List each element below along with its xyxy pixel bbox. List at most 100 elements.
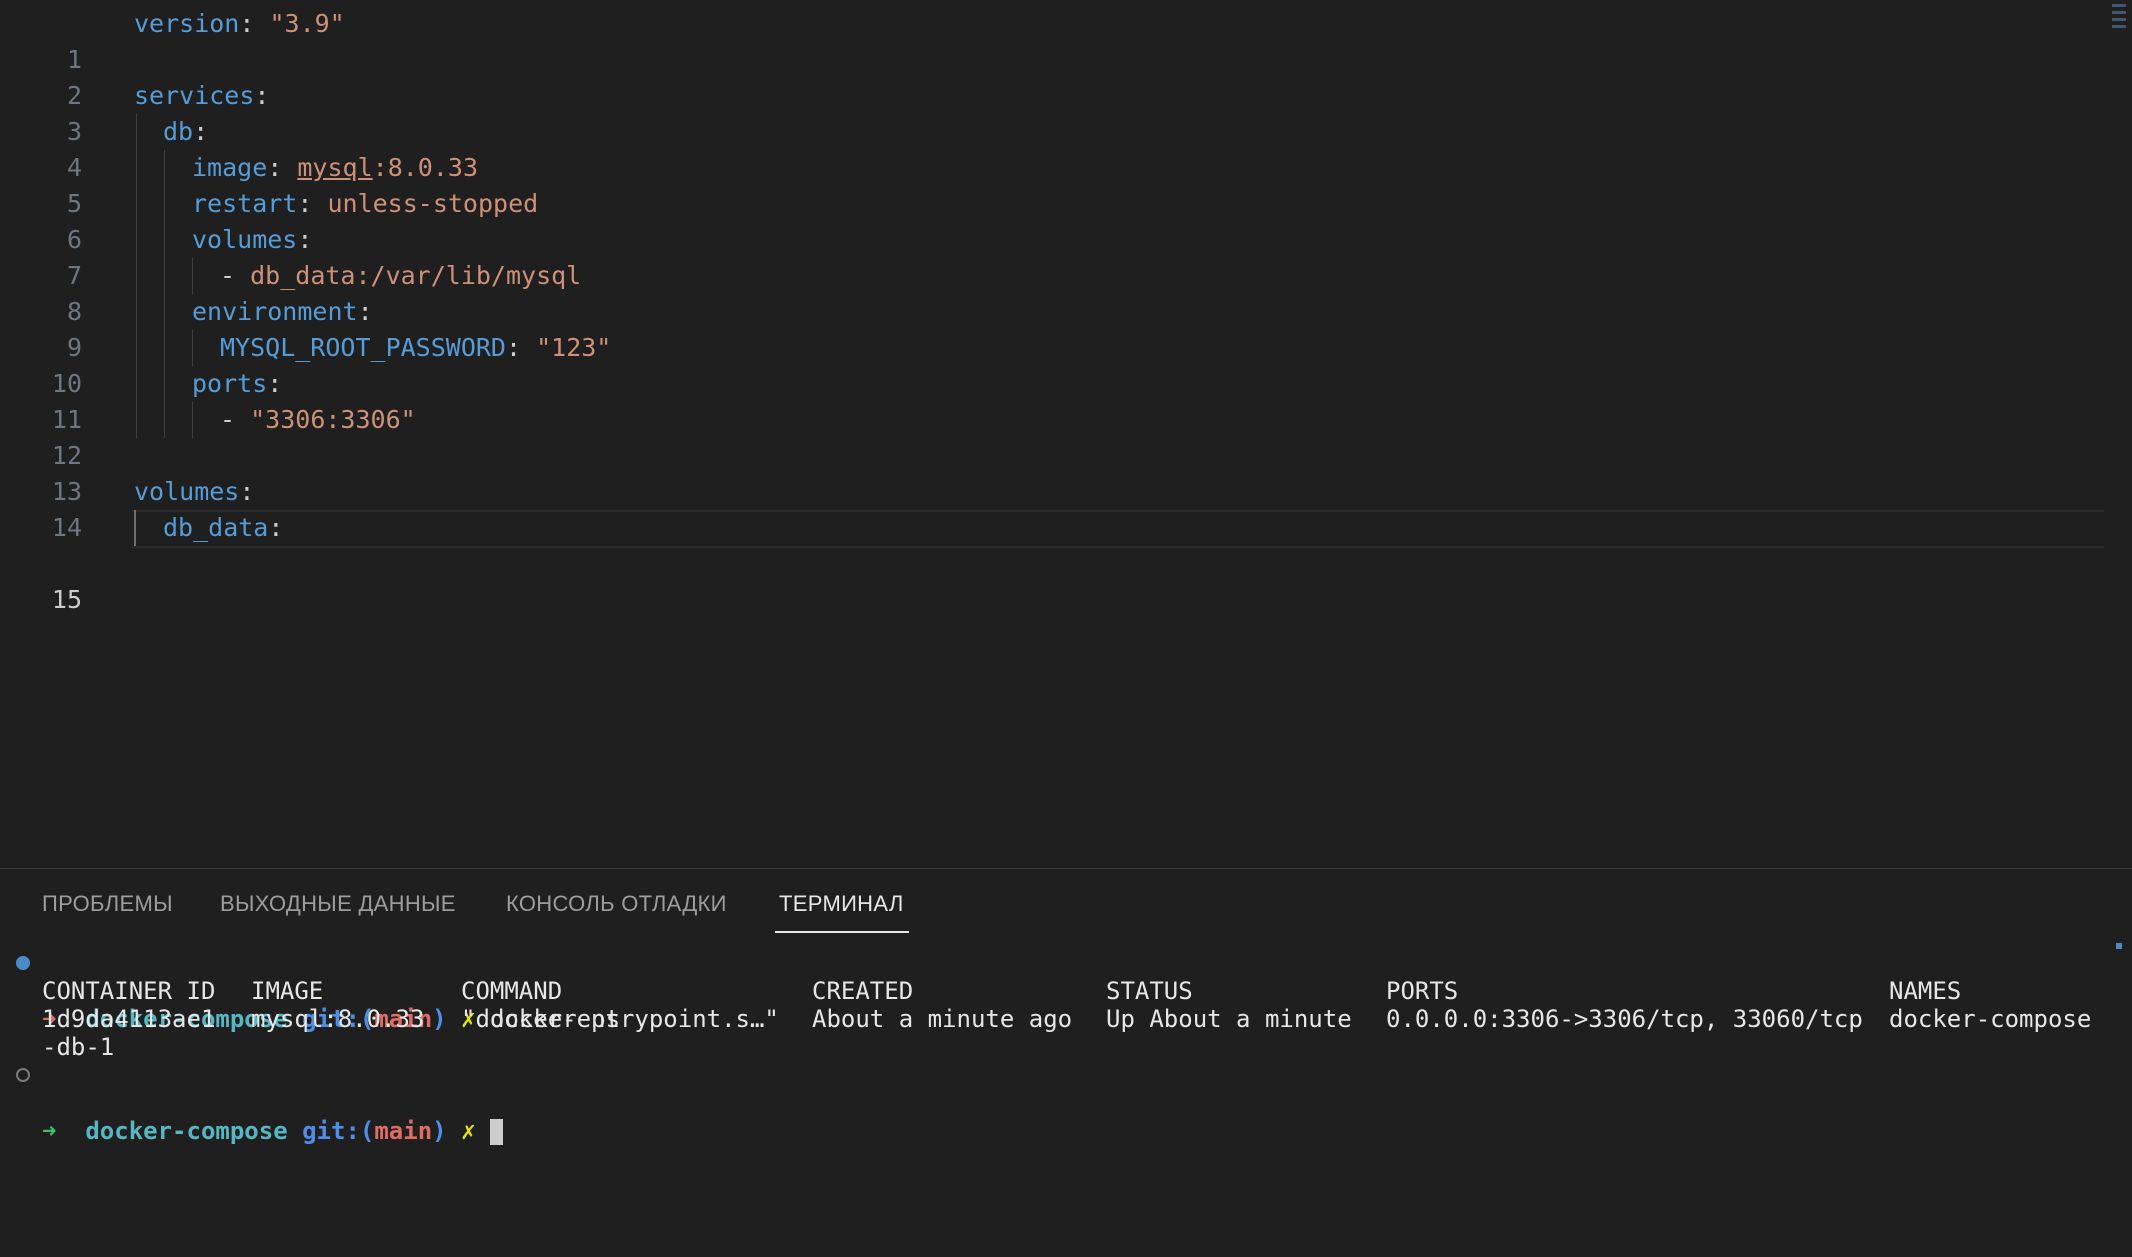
cell-status: Up About a minute — [1106, 1005, 1352, 1033]
active-tab-indicator — [775, 931, 909, 933]
code-line[interactable]: 5 image: mysql:8.0.33 — [0, 150, 2132, 218]
code-line[interactable]: 12 - "3306:3306" — [0, 402, 2132, 470]
indent-guide — [136, 402, 137, 438]
yaml-key: restart — [192, 189, 298, 218]
prompt-arrow-icon: ➜ — [42, 1117, 57, 1145]
yaml-colon: : — [297, 225, 313, 254]
current-line-highlight — [132, 510, 2104, 548]
yaml-dash: - — [220, 405, 251, 434]
yaml-key: db_data — [163, 513, 269, 542]
code-line[interactable]: 13 — [0, 438, 2132, 506]
terminal-prompt-line: ➜ docker-compose git:(main) ✗ docker ps — [0, 949, 2132, 1033]
indent-guide — [136, 294, 137, 330]
yaml-key: db — [163, 117, 194, 146]
code-line[interactable]: 10 MYSQL_ROOT_PASSWORD: "123" — [0, 330, 2132, 398]
indent-guide — [136, 330, 137, 366]
code-line[interactable]: 1 version: "3.9" — [0, 6, 2132, 74]
cell-created: About a minute ago — [812, 1005, 1073, 1033]
indent-guide — [136, 150, 137, 186]
header-names: NAMES — [1889, 977, 1962, 1005]
panel-tabs: ПРОБЛЕМЫ ВЫХОДНЫЕ ДАННЫЕ КОНСОЛЬ ОТЛАДКИ… — [0, 869, 2132, 933]
line-number: 15 — [51, 585, 82, 614]
command-pending-icon[interactable] — [16, 1068, 30, 1082]
indent-guide — [136, 258, 137, 294]
cell-names: docker-compose — [1889, 1005, 2092, 1033]
prompt-git-close: ) — [432, 1117, 447, 1145]
code-line[interactable]: 2 — [0, 42, 2132, 110]
indent-guide — [164, 186, 165, 222]
indent-guide — [164, 150, 165, 186]
code-line[interactable]: 7 volumes: — [0, 222, 2132, 290]
yaml-dash: - — [220, 261, 251, 290]
yaml-colon: : — [239, 9, 270, 38]
code-line[interactable]: 8 - db_data:/var/lib/mysql — [0, 258, 2132, 326]
tab-output[interactable]: ВЫХОДНЫЕ ДАННЫЕ — [220, 891, 456, 917]
header-status: STATUS — [1106, 977, 1193, 1005]
indent-guide — [136, 222, 137, 258]
yaml-key: volumes — [192, 225, 298, 254]
yaml-value[interactable]: mysql — [297, 153, 372, 182]
indent-guide — [192, 258, 193, 294]
cell-image: mysql:8.0.33 — [251, 1005, 425, 1033]
yaml-key: ports — [192, 369, 268, 398]
cell-container-id: 1d9da4113ae1 — [42, 1005, 216, 1033]
yaml-colon: : — [297, 189, 328, 218]
header-image: IMAGE — [251, 977, 324, 1005]
code-editor[interactable]: 1 version: "3.9" 2 3 services: 4 db: 5 i… — [0, 0, 2132, 868]
terminal-prompt-line: ➜ docker-compose git:(main) ✗ — [0, 1061, 2132, 1145]
dirty-icon: ✗ — [461, 1117, 476, 1145]
terminal-output-wrap: -db-1 — [0, 1033, 2132, 1061]
code-line[interactable]: 14 volumes: — [0, 474, 2132, 542]
prompt-branch: main — [374, 1117, 433, 1145]
header-ports: PORTS — [1386, 977, 1459, 1005]
indent-guide — [136, 186, 137, 222]
tab-terminal[interactable]: ТЕРМИНАЛ — [779, 891, 904, 917]
header-container-id: CONTAINER ID — [42, 977, 216, 1005]
yaml-key: services — [134, 81, 255, 110]
indent-guide — [164, 402, 165, 438]
tab-problems[interactable]: ПРОБЛЕМЫ — [42, 891, 173, 917]
yaml-value: :8.0.33 — [372, 153, 478, 182]
yaml-colon: : — [193, 117, 209, 146]
header-created: CREATED — [812, 977, 914, 1005]
indent-guide — [164, 330, 165, 366]
indent-guide — [164, 366, 165, 402]
yaml-colon: : — [267, 369, 283, 398]
code-line[interactable]: 9 environment: — [0, 294, 2132, 362]
tab-debug-console[interactable]: КОНСОЛЬ ОТЛАДКИ — [506, 891, 727, 917]
code-line[interactable]: 11 ports: — [0, 366, 2132, 434]
yaml-key: version — [134, 9, 240, 38]
cell-names-wrap: -db-1 — [42, 1033, 115, 1061]
command-success-icon[interactable] — [16, 956, 30, 970]
code-line[interactable]: 3 services: — [0, 78, 2132, 146]
terminal-output-header: CONTAINER ID IMAGE COMMAND CREATED STATU… — [0, 977, 2132, 1005]
indent-guide — [134, 510, 136, 546]
yaml-key: environment — [192, 297, 358, 326]
yaml-key: image — [192, 153, 268, 182]
yaml-value: "3306:3306" — [250, 405, 416, 434]
indent-guide — [136, 114, 137, 150]
indent-guide — [192, 330, 193, 366]
code-line[interactable]: 4 db: — [0, 114, 2132, 182]
indent-guide — [136, 366, 137, 402]
bottom-panel: ПРОБЛЕМЫ ВЫХОДНЫЕ ДАННЫЕ КОНСОЛЬ ОТЛАДКИ… — [0, 868, 2132, 1145]
yaml-key: volumes — [134, 477, 240, 506]
terminal-output-row: 1d9da4113ae1 mysql:8.0.33 "docker-entryp… — [0, 1005, 2132, 1033]
code-line[interactable]: 6 restart: unless-stopped — [0, 186, 2132, 254]
cell-command: "docker-entrypoint.s…" — [461, 1005, 779, 1033]
yaml-colon: : — [267, 153, 298, 182]
indent-guide — [164, 222, 165, 258]
header-command: COMMAND — [461, 977, 563, 1005]
yaml-colon: : — [254, 81, 270, 110]
indent-guide — [192, 402, 193, 438]
indent-guide — [164, 258, 165, 294]
cell-ports: 0.0.0.0:3306->3306/tcp, 33060/tcp — [1386, 1005, 1863, 1033]
code-line-current[interactable]: 15 db_data: — [0, 510, 2132, 614]
terminal-cursor[interactable] — [489, 1119, 503, 1145]
yaml-value: "123" — [536, 333, 612, 362]
yaml-value: "3.9" — [269, 9, 345, 38]
yaml-value: unless-stopped — [327, 189, 539, 218]
indent-guide — [164, 294, 165, 330]
yaml-colon: : — [357, 297, 373, 326]
prompt-git: git:( — [302, 1117, 375, 1145]
